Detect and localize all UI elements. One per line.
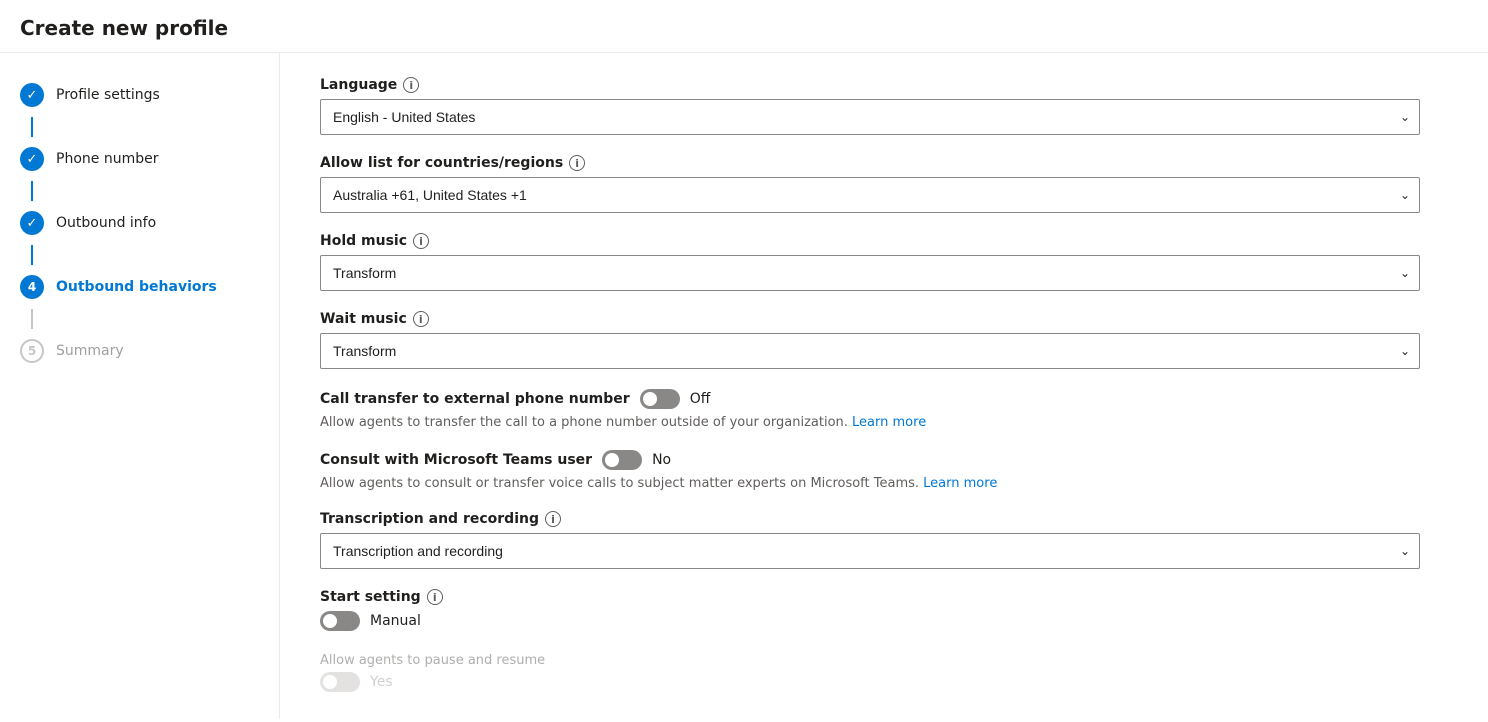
consult-teams-toggle[interactable] <box>602 450 642 470</box>
step-circle-2: ✓ <box>20 147 44 171</box>
allow-pause-thumb <box>323 675 337 689</box>
step-circle-1: ✓ <box>20 83 44 107</box>
transcription-info-icon[interactable]: i <box>545 511 561 527</box>
start-setting-toggle-row: Manual <box>320 611 1420 631</box>
allow-pause-toggle[interactable] <box>320 672 360 692</box>
hold-music-select-wrapper: Transform None Default ⌄ <box>320 255 1420 291</box>
step-circle-4: 4 <box>20 275 44 299</box>
transcription-group: Transcription and recording i Transcript… <box>320 511 1420 569</box>
transcription-select[interactable]: Transcription and recording None <box>320 533 1420 569</box>
call-transfer-state: Off <box>690 391 711 407</box>
start-setting-toggle[interactable] <box>320 611 360 631</box>
allow-pause-state: Yes <box>370 674 393 690</box>
start-setting-state: Manual <box>370 613 421 629</box>
sidebar-label-outbound-info: Outbound info <box>56 215 156 231</box>
call-transfer-learn-more[interactable]: Learn more <box>852 415 926 430</box>
sidebar: ✓ Profile settings ✓ Phone number ✓ Outb… <box>0 53 280 719</box>
connector-1 <box>31 117 33 137</box>
wait-music-select[interactable]: Transform None Default <box>320 333 1420 369</box>
allow-list-info-icon[interactable]: i <box>569 155 585 171</box>
transcription-select-wrapper: Transcription and recording None ⌄ <box>320 533 1420 569</box>
allow-pause-description: Allow agents to pause and resume <box>320 653 545 668</box>
sidebar-item-summary[interactable]: 5 Summary <box>0 329 279 373</box>
call-transfer-label: Call transfer to external phone number <box>320 391 630 407</box>
language-group: Language i English - United States Engli… <box>320 77 1420 135</box>
start-setting-info-icon[interactable]: i <box>427 589 443 605</box>
start-setting-group: Start setting i Manual <box>320 589 1420 631</box>
sidebar-label-profile-settings: Profile settings <box>56 87 160 103</box>
sidebar-item-outbound-behaviors[interactable]: 4 Outbound behaviors <box>0 265 279 309</box>
call-transfer-description: Allow agents to transfer the call to a p… <box>320 415 926 430</box>
start-setting-track <box>320 611 360 631</box>
language-select[interactable]: English - United States English - UK Fre… <box>320 99 1420 135</box>
step-circle-5: 5 <box>20 339 44 363</box>
step-circle-3: ✓ <box>20 211 44 235</box>
connector-4 <box>31 309 33 329</box>
hold-music-info-icon[interactable]: i <box>413 233 429 249</box>
sidebar-item-profile-settings[interactable]: ✓ Profile settings <box>0 73 279 117</box>
wait-music-select-wrapper: Transform None Default ⌄ <box>320 333 1420 369</box>
allow-list-group: Allow list for countries/regions i Austr… <box>320 155 1420 213</box>
main-content: Language i English - United States Engli… <box>280 53 1488 719</box>
wait-music-label: Wait music i <box>320 311 1420 327</box>
sidebar-item-phone-number[interactable]: ✓ Phone number <box>0 137 279 181</box>
allow-pause-header: Yes <box>320 672 393 692</box>
transcription-label: Transcription and recording i <box>320 511 1420 527</box>
language-label: Language i <box>320 77 1420 93</box>
allow-list-select[interactable]: Australia +61, United States +1 <box>320 177 1420 213</box>
allow-pause-group: Allow agents to pause and resume Yes <box>320 651 1420 692</box>
call-transfer-toggle[interactable] <box>640 389 680 409</box>
hold-music-label: Hold music i <box>320 233 1420 249</box>
language-select-wrapper: English - United States English - UK Fre… <box>320 99 1420 135</box>
consult-teams-thumb <box>605 453 619 467</box>
sidebar-label-phone-number: Phone number <box>56 151 158 167</box>
consult-teams-learn-more[interactable]: Learn more <box>923 476 997 491</box>
allow-list-select-wrapper: Australia +61, United States +1 ⌄ <box>320 177 1420 213</box>
start-setting-thumb <box>323 614 337 628</box>
call-transfer-track <box>640 389 680 409</box>
sidebar-label-outbound-behaviors: Outbound behaviors <box>56 279 217 295</box>
language-info-icon[interactable]: i <box>403 77 419 93</box>
consult-teams-header: Consult with Microsoft Teams user No <box>320 450 671 470</box>
start-setting-label: Start setting i <box>320 589 1420 605</box>
main-layout: ✓ Profile settings ✓ Phone number ✓ Outb… <box>0 53 1488 719</box>
hold-music-select[interactable]: Transform None Default <box>320 255 1420 291</box>
wait-music-group: Wait music i Transform None Default ⌄ <box>320 311 1420 369</box>
consult-teams-description: Allow agents to consult or transfer voic… <box>320 476 997 491</box>
consult-teams-state: No <box>652 452 671 468</box>
wait-music-info-icon[interactable]: i <box>413 311 429 327</box>
allow-list-label: Allow list for countries/regions i <box>320 155 1420 171</box>
hold-music-group: Hold music i Transform None Default ⌄ <box>320 233 1420 291</box>
page-header: Create new profile <box>0 0 1488 53</box>
form-section: Language i English - United States Engli… <box>320 77 1420 692</box>
sidebar-label-summary: Summary <box>56 343 124 359</box>
allow-pause-track <box>320 672 360 692</box>
consult-teams-label: Consult with Microsoft Teams user <box>320 452 592 468</box>
page-title: Create new profile <box>20 16 1468 40</box>
sidebar-item-outbound-info[interactable]: ✓ Outbound info <box>0 201 279 245</box>
connector-3 <box>31 245 33 265</box>
consult-teams-track <box>602 450 642 470</box>
call-transfer-header: Call transfer to external phone number O… <box>320 389 710 409</box>
connector-2 <box>31 181 33 201</box>
call-transfer-thumb <box>643 392 657 406</box>
consult-teams-group: Consult with Microsoft Teams user No All… <box>320 450 1420 491</box>
call-transfer-group: Call transfer to external phone number O… <box>320 389 1420 430</box>
